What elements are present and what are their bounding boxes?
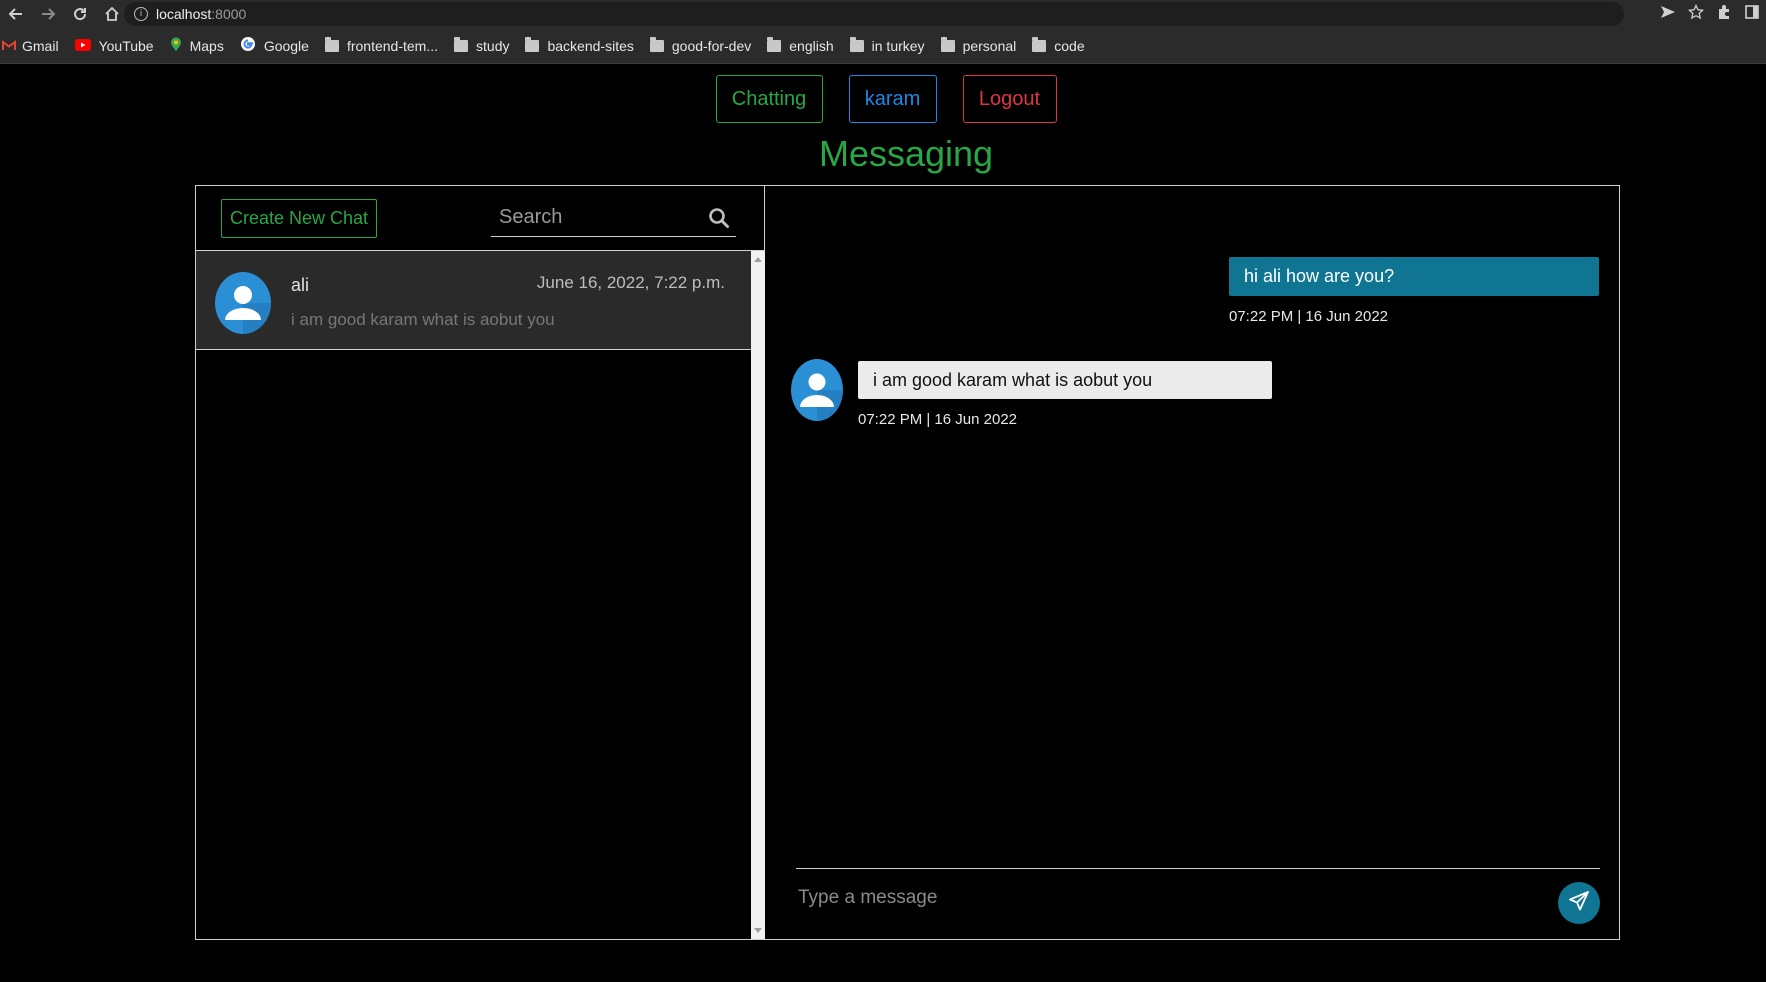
bookmark-label: personal	[962, 37, 1017, 54]
compose-bar	[796, 868, 1600, 928]
forward-icon[interactable]	[32, 0, 64, 28]
message-time: 07:22 PM | 16 Jun 2022	[858, 411, 1018, 428]
bookmark-label: english	[789, 37, 834, 54]
bookmark-folder-code[interactable]: code	[1032, 36, 1085, 54]
bookmark-label: YouTube	[98, 37, 154, 54]
google-icon	[240, 36, 256, 55]
folder-icon	[454, 36, 469, 52]
bookmark-folder-backend[interactable]: backend-sites	[525, 36, 634, 54]
bookmark-label: Google	[263, 37, 309, 54]
address-bar[interactable]: i localhost:8000	[124, 2, 1624, 26]
chat-list: ali June 16, 2022, 7:22 p.m. i am good k…	[196, 251, 751, 939]
youtube-icon	[74, 38, 91, 54]
send-button[interactable]	[1558, 882, 1600, 924]
folder-icon	[940, 36, 955, 52]
folder-icon	[324, 36, 339, 52]
site-info-icon[interactable]: i	[134, 7, 148, 21]
extensions-icon[interactable]	[1716, 4, 1732, 24]
side-panel-icon[interactable]	[1744, 4, 1760, 24]
page-title: Messaging	[818, 133, 994, 174]
maps-icon	[170, 37, 182, 55]
folder-icon	[1032, 36, 1047, 52]
bookmark-folder-personal[interactable]: personal	[940, 36, 1017, 54]
scroll-up-icon[interactable]	[754, 257, 762, 262]
url-host: localhost	[156, 6, 212, 22]
incoming-message: i am good karam what is aobut you	[858, 361, 1272, 399]
bookmark-label: good-for-dev	[671, 37, 752, 54]
folder-icon	[849, 36, 864, 52]
search-box	[491, 198, 736, 237]
outgoing-message: hi ali how are you?	[1229, 257, 1599, 296]
chatting-button[interactable]: Chatting	[715, 75, 823, 123]
folder-icon	[767, 36, 782, 52]
message-time: 07:22 PM | 16 Jun 2022	[1229, 308, 1389, 325]
bookmark-folder-in-turkey[interactable]: in turkey	[849, 36, 925, 54]
paper-plane-icon	[1568, 890, 1590, 917]
bookmark-label: backend-sites	[547, 37, 634, 54]
folder-icon	[649, 36, 664, 52]
browser-toolbar: i localhost:8000	[0, 0, 1766, 28]
reload-icon[interactable]	[64, 0, 96, 28]
create-new-chat-button[interactable]: Create New Chat	[221, 199, 377, 238]
chat-list-pane: Create New Chat ali Jun	[196, 186, 765, 939]
bookmark-label: in turkey	[871, 37, 925, 54]
avatar	[791, 359, 843, 421]
bookmark-folder-good-for-dev[interactable]: good-for-dev	[649, 36, 752, 54]
folder-icon	[525, 36, 540, 52]
conversation-pane: hi ali how are you? 07:22 PM | 16 Jun 20…	[765, 186, 1619, 939]
bookmark-label: study	[476, 37, 510, 54]
scroll-down-icon[interactable]	[754, 928, 762, 933]
user-profile-button[interactable]: karam	[848, 75, 937, 123]
search-input[interactable]	[491, 205, 691, 229]
send-tab-icon[interactable]	[1660, 5, 1676, 23]
bookmark-folder-english[interactable]: english	[767, 36, 834, 54]
bookmarks-bar: Gmail YouTube Maps Google frontend-tem..…	[0, 28, 1766, 64]
message-input[interactable]	[798, 887, 1498, 909]
bookmark-label: frontend-tem...	[346, 37, 439, 54]
bookmark-folder-study[interactable]: study	[454, 36, 510, 54]
bookmark-star-icon[interactable]	[1687, 3, 1705, 24]
gmail-icon	[2, 38, 16, 54]
messaging-panel: Create New Chat ali Jun	[195, 185, 1620, 940]
back-icon[interactable]	[0, 0, 32, 28]
bookmark-folder-frontend[interactable]: frontend-tem...	[324, 36, 439, 54]
chat-list-scrollbar[interactable]	[751, 251, 765, 939]
bookmark-gmail[interactable]: Gmail	[2, 38, 59, 54]
chat-list-item[interactable]: ali June 16, 2022, 7:22 p.m. i am good k…	[196, 251, 751, 350]
chat-list-header: Create New Chat	[196, 186, 764, 251]
bookmark-youtube[interactable]: YouTube	[74, 37, 154, 54]
avatar	[215, 272, 271, 334]
bookmark-google[interactable]: Google	[240, 36, 309, 55]
chat-timestamp: June 16, 2022, 7:22 p.m.	[536, 273, 725, 292]
url-port: :8000	[211, 6, 247, 22]
bookmark-label: Gmail	[22, 37, 59, 54]
bookmark-label: Maps	[189, 37, 224, 54]
top-nav: Chatting karam Logout	[0, 75, 1766, 123]
chat-contact-name: ali	[291, 275, 310, 295]
chat-last-message: i am good karam what is aobut you	[291, 310, 555, 329]
bookmark-maps[interactable]: Maps	[170, 37, 224, 55]
logout-button[interactable]: Logout	[962, 75, 1057, 123]
bookmark-label: code	[1054, 37, 1085, 54]
search-icon[interactable]	[708, 207, 730, 229]
